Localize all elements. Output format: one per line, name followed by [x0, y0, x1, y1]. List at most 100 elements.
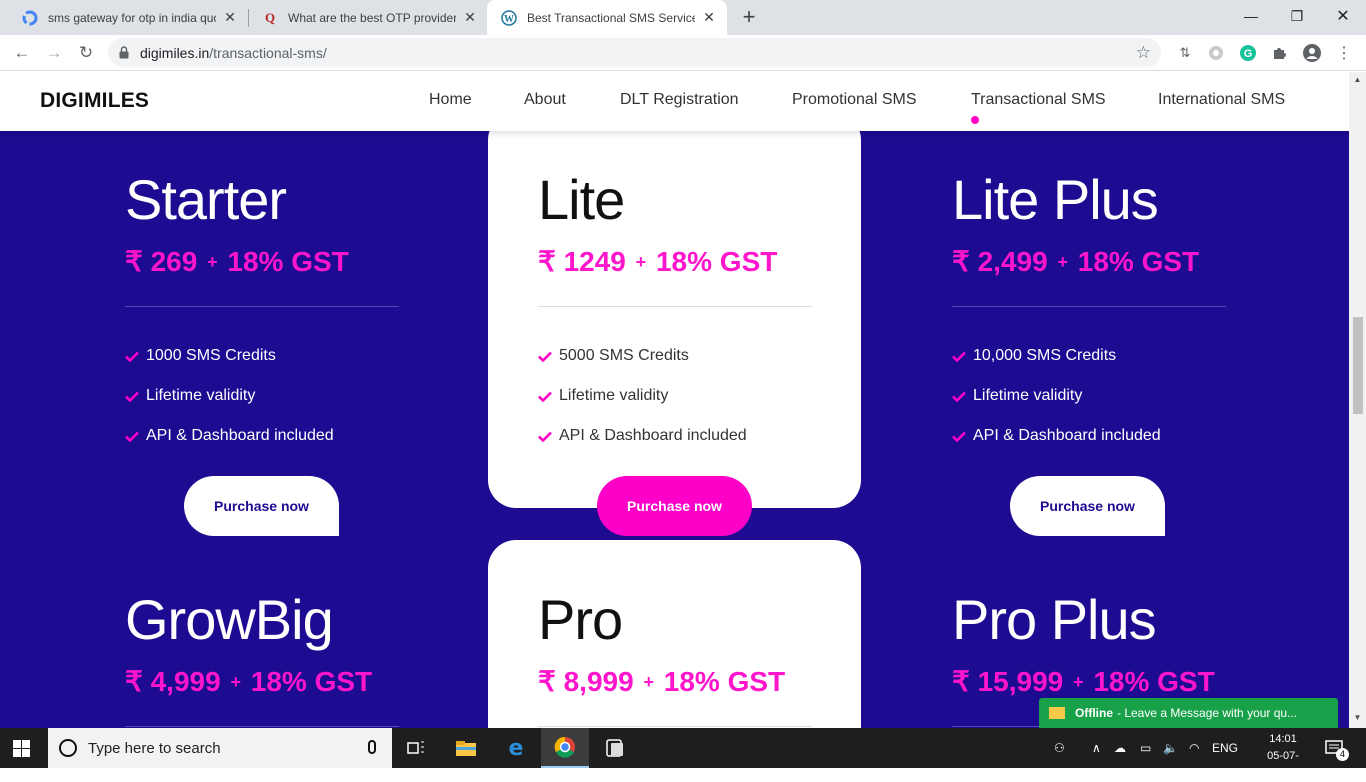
grammarly-icon[interactable]: G: [1238, 43, 1258, 63]
live-chat-widget[interactable]: Offline - Leave a Message with your qu..…: [1039, 698, 1338, 728]
system-clock[interactable]: 14:01 05-07-2020: [1258, 731, 1308, 782]
reload-icon[interactable]: ↻: [74, 41, 98, 65]
feature-text: Lifetime validity: [973, 387, 1083, 404]
plan-lite: Lite ₹ 1249 + 18% GST: [538, 170, 812, 307]
price-tax: 18% GST: [227, 246, 349, 277]
window-close-icon[interactable]: ✕: [1320, 0, 1366, 32]
bookmark-star-icon[interactable]: ☆: [1136, 43, 1151, 63]
edge-browser-icon[interactable]: e: [492, 728, 540, 768]
plan-feature: 10,000 SMS Credits: [952, 347, 1116, 365]
price-amount: ₹ 2,499: [952, 246, 1048, 277]
plus-sign: +: [643, 672, 654, 692]
windows-start-icon[interactable]: [13, 740, 30, 757]
plan-divider: [125, 726, 399, 727]
tab-title: Best Transactional SMS Service Pr: [527, 10, 695, 25]
language-indicator[interactable]: ENG: [1212, 728, 1238, 768]
new-tab-button[interactable]: +: [738, 6, 760, 28]
plus-sign: +: [1057, 252, 1068, 272]
feature-text: Lifetime validity: [146, 387, 256, 404]
extension-icon[interactable]: [1206, 43, 1226, 63]
taskbar-search-box[interactable]: Type here to search: [48, 728, 392, 768]
plan-lite-plus: Lite Plus ₹ 2,499 + 18% GST: [952, 170, 1226, 307]
chat-message: - Leave a Message with your qu...: [1117, 706, 1298, 720]
price-tax: 18% GST: [1093, 666, 1215, 697]
task-view-icon[interactable]: [392, 728, 440, 768]
plus-sign: +: [230, 672, 241, 692]
plan-feature: API & Dashboard included: [538, 427, 747, 445]
svg-text:W: W: [504, 14, 514, 25]
plan-feature: 1000 SMS Credits: [125, 347, 276, 365]
scroll-up-icon[interactable]: ▲: [1353, 75, 1362, 84]
browser-menu-icon[interactable]: ⋮: [1334, 43, 1354, 63]
url-path: /transactional-sms/: [209, 45, 327, 61]
notification-count-badge: 4: [1336, 748, 1349, 761]
feature-text: API & Dashboard included: [559, 427, 747, 444]
plan-divider: [538, 306, 812, 307]
nav-promotional-sms[interactable]: Promotional SMS: [792, 91, 917, 109]
restore-icon[interactable]: ❐: [1274, 0, 1320, 32]
address-bar[interactable]: digimiles.in/transactional-sms/ ☆: [108, 38, 1161, 67]
minimize-icon[interactable]: —: [1228, 0, 1274, 32]
microphone-icon[interactable]: [368, 740, 376, 754]
notification-center-icon[interactable]: 4: [1324, 728, 1349, 768]
volume-icon[interactable]: 🔈: [1163, 728, 1178, 768]
nav-home[interactable]: Home: [429, 91, 472, 109]
profile-avatar-icon[interactable]: [1302, 43, 1322, 63]
scroll-down-icon[interactable]: ▼: [1353, 713, 1362, 722]
feature-text: 5000 SMS Credits: [559, 347, 689, 364]
price-tax: 18% GST: [663, 666, 786, 697]
site-logo[interactable]: DIGIMILES: [40, 89, 149, 113]
purchase-button-starter[interactable]: Purchase now: [184, 476, 339, 536]
svg-text:G: G: [1244, 48, 1253, 60]
plan-price: ₹ 269 + 18% GST: [125, 246, 399, 278]
chrome-taskbar-icon[interactable]: [541, 728, 589, 768]
browser-tab-digimiles[interactable]: W Best Transactional SMS Service Pr ✕: [487, 0, 727, 35]
price-amount: ₹ 15,999: [952, 666, 1064, 697]
people-icon[interactable]: ⚇: [1054, 728, 1065, 768]
page-scrollbar[interactable]: ▲ ▼: [1349, 72, 1366, 728]
plan-name: Lite: [538, 168, 625, 231]
feature-text: API & Dashboard included: [973, 427, 1161, 444]
plan-starter: Starter ₹ 269 + 18% GST: [125, 170, 399, 307]
price-tax: 18% GST: [1077, 246, 1200, 277]
close-icon[interactable]: ✕: [222, 9, 238, 26]
plan-pro: Pro ₹ 8,999 + 18% GST: [538, 590, 812, 727]
tab-title: What are the best OTP providers: [288, 10, 456, 25]
tab-title: sms gateway for otp in india quo: [48, 10, 216, 25]
purchase-button-lite[interactable]: Purchase now: [597, 476, 752, 536]
nav-international-sms[interactable]: International SMS: [1158, 91, 1285, 109]
browser-tab-strip: sms gateway for otp in india quo ✕ Q Wha…: [0, 0, 1366, 35]
translate-extension-icon[interactable]: ⇅: [1175, 43, 1195, 63]
tray-overflow-icon[interactable]: ∧: [1092, 728, 1101, 768]
plan-price: ₹ 15,999 + 18% GST: [952, 666, 1226, 698]
plan-divider: [952, 306, 1226, 307]
nav-about[interactable]: About: [524, 91, 566, 109]
battery-icon[interactable]: ▭: [1140, 728, 1151, 768]
plan-price: ₹ 2,499 + 18% GST: [952, 246, 1226, 278]
app-window-icon[interactable]: [591, 728, 639, 768]
search-icon: [59, 739, 77, 757]
checkmark-icon: [125, 351, 139, 362]
plan-name: Lite Plus: [952, 168, 1159, 231]
price-amount: ₹ 269: [125, 246, 198, 277]
file-explorer-icon[interactable]: [442, 728, 490, 768]
plan-name: GrowBig: [125, 588, 334, 651]
scrollbar-thumb[interactable]: [1353, 317, 1363, 414]
forward-icon[interactable]: →: [42, 41, 66, 65]
back-icon[interactable]: ←: [10, 41, 34, 65]
nav-dlt-registration[interactable]: DLT Registration: [620, 91, 739, 109]
clock-time: 14:01: [1269, 733, 1297, 745]
puzzle-extensions-icon[interactable]: [1270, 43, 1290, 63]
browser-tab-quora[interactable]: Q What are the best OTP providers ✕: [248, 0, 488, 35]
feature-text: API & Dashboard included: [146, 427, 334, 444]
wifi-icon[interactable]: ◠: [1189, 728, 1199, 768]
checkmark-icon: [952, 351, 966, 362]
close-icon[interactable]: ✕: [701, 9, 717, 26]
browser-tab-google[interactable]: sms gateway for otp in india quo ✕: [8, 0, 248, 35]
purchase-button-lite-plus[interactable]: Purchase now: [1010, 476, 1165, 536]
close-icon[interactable]: ✕: [462, 9, 478, 26]
checkmark-icon: [538, 431, 552, 442]
onedrive-icon[interactable]: ☁: [1114, 728, 1126, 768]
search-placeholder: Type here to search: [88, 740, 221, 757]
nav-transactional-sms[interactable]: Transactional SMS: [971, 91, 1106, 109]
